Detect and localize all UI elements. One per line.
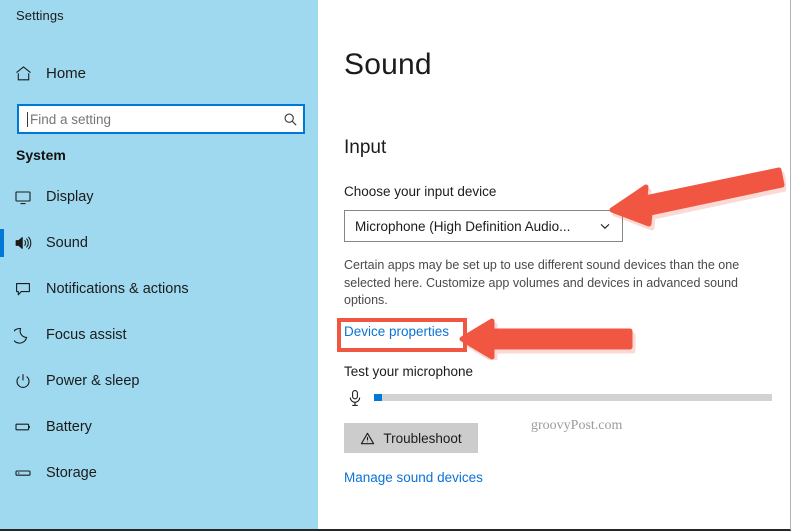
sidebar: Settings Home System [0, 0, 318, 529]
sidebar-item-notifications[interactable]: Notifications & actions [0, 266, 318, 312]
sidebar-item-focus-assist[interactable]: Focus assist [0, 312, 318, 358]
sidebar-item-display-label: Display [46, 189, 94, 205]
page-title: Sound [344, 48, 432, 81]
test-microphone-label: Test your microphone [344, 364, 474, 379]
sidebar-item-storage[interactable]: Storage [0, 450, 318, 496]
sidebar-item-notifications-label: Notifications & actions [46, 281, 189, 297]
microphone-level-fill [374, 394, 382, 401]
sidebar-item-sound[interactable]: Sound [0, 220, 318, 266]
sidebar-item-sound-label: Sound [46, 235, 88, 251]
main-content: Sound Input Choose your input device Mic… [318, 0, 790, 529]
home-icon [0, 64, 46, 83]
section-heading-input: Input [344, 137, 387, 158]
selection-indicator [0, 229, 4, 257]
input-device-label: Choose your input device [344, 184, 497, 199]
sidebar-item-home[interactable]: Home [0, 57, 318, 89]
troubleshoot-button[interactable]: Troubleshoot [344, 423, 478, 453]
selection-indicator [0, 275, 4, 303]
warning-triangle-icon [360, 431, 375, 446]
selection-indicator [0, 367, 4, 395]
input-device-value: Microphone (High Definition Audio... [355, 218, 571, 234]
chevron-down-icon[interactable] [594, 219, 616, 233]
app-title: Settings [16, 8, 64, 23]
search-input[interactable] [28, 111, 277, 127]
microphone-icon [345, 387, 365, 409]
moon-icon [0, 326, 46, 344]
sidebar-item-power-sleep[interactable]: Power & sleep [0, 358, 318, 404]
sidebar-item-home-label: Home [46, 64, 87, 82]
sidebar-nav-list: Display Sound Notifications & actions Fo… [0, 174, 318, 496]
manage-sound-devices-link[interactable]: Manage sound devices [344, 470, 483, 485]
selection-indicator [0, 413, 4, 441]
battery-icon [0, 418, 46, 436]
search-box[interactable] [17, 104, 305, 134]
sidebar-item-display[interactable]: Display [0, 174, 318, 220]
selection-indicator [0, 321, 4, 349]
troubleshoot-button-label: Troubleshoot [383, 430, 462, 446]
apps-sound-devices-note: Certain apps may be set up to use differ… [344, 258, 740, 307]
sidebar-item-storage-label: Storage [46, 465, 97, 481]
sidebar-item-power-sleep-label: Power & sleep [46, 373, 140, 389]
sidebar-item-focus-assist-label: Focus assist [46, 327, 127, 343]
settings-window: Settings Home System [0, 0, 791, 531]
chat-bubble-icon [0, 280, 46, 298]
monitor-icon [0, 188, 46, 206]
watermark: groovyPost.com [531, 418, 623, 433]
input-device-dropdown[interactable]: Microphone (High Definition Audio... [344, 210, 623, 242]
selection-indicator [0, 183, 4, 211]
sidebar-item-battery[interactable]: Battery [0, 404, 318, 450]
sidebar-group-title: System [16, 147, 66, 163]
selection-indicator [0, 459, 4, 487]
drive-icon [0, 464, 46, 482]
microphone-level-meter [374, 394, 772, 401]
sidebar-item-battery-label: Battery [46, 419, 92, 435]
device-properties-link[interactable]: Device properties [344, 324, 449, 339]
power-icon [0, 372, 46, 390]
speaker-icon [0, 234, 46, 252]
search-icon[interactable] [277, 112, 303, 127]
